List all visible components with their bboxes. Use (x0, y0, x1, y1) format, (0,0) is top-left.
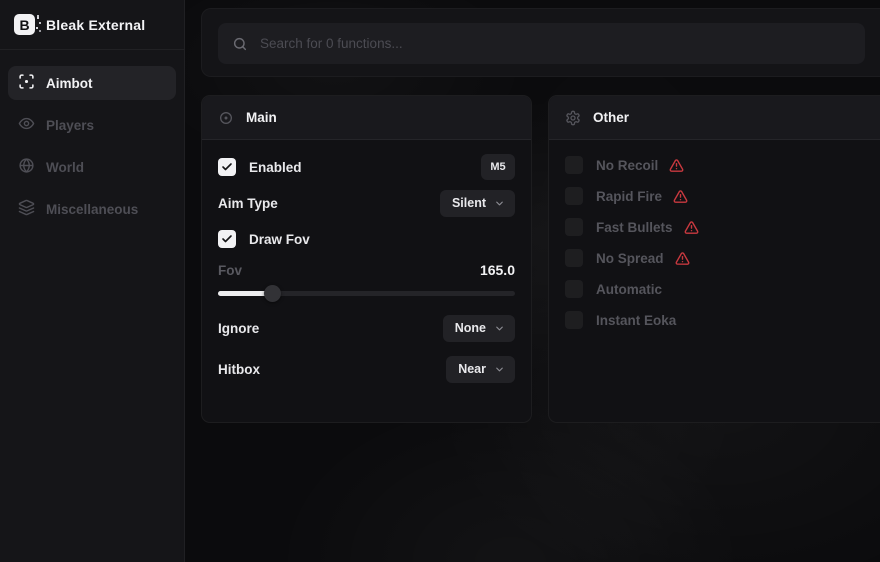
aim-type-row: Aim Type Silent (218, 190, 515, 216)
sidebar-item-label: Miscellaneous (46, 202, 138, 217)
layers-icon (18, 199, 35, 219)
disc-icon (218, 110, 234, 126)
eye-icon (18, 115, 35, 135)
rapid-fire-label: Rapid Fire (596, 189, 662, 204)
sidebar: B Bleak External Aimbot Players (0, 0, 185, 562)
aim-type-label: Aim Type (218, 196, 278, 211)
app-title: Bleak External (46, 17, 145, 33)
automatic-row: Automatic (565, 276, 880, 302)
main-panel: Main Enabled M5 Aim Type Silent (201, 95, 532, 423)
chevron-down-icon (494, 198, 505, 209)
fov-slider-thumb[interactable] (264, 285, 281, 302)
hitbox-value: Near (458, 362, 486, 376)
warning-icon (675, 251, 690, 266)
other-panel: Other No Recoil Rapid Fire Fast Bullets (548, 95, 880, 423)
sidebar-item-world[interactable]: World (8, 150, 176, 184)
sidebar-item-label: Aimbot (46, 76, 93, 91)
app-logo-icon: B (14, 14, 35, 35)
enabled-label: Enabled (249, 160, 302, 175)
no-spread-checkbox[interactable] (565, 249, 583, 267)
ignore-row: Ignore None (218, 315, 515, 341)
keybind-button[interactable]: M5 (481, 154, 515, 180)
ignore-label: Ignore (218, 321, 259, 336)
globe-icon (18, 157, 35, 177)
enabled-checkbox[interactable] (218, 158, 236, 176)
crosshair-scan-icon (18, 73, 35, 93)
chevron-down-icon (494, 323, 505, 334)
hitbox-select[interactable]: Near (446, 356, 515, 383)
automatic-checkbox[interactable] (565, 280, 583, 298)
hitbox-label: Hitbox (218, 362, 260, 377)
automatic-label: Automatic (596, 282, 662, 297)
aim-type-value: Silent (452, 196, 486, 210)
no-recoil-label: No Recoil (596, 158, 658, 173)
aim-type-select[interactable]: Silent (440, 190, 515, 217)
draw-fov-checkbox[interactable] (218, 230, 236, 248)
other-panel-title: Other (593, 110, 629, 125)
no-spread-row: No Spread (565, 245, 880, 271)
rapid-fire-checkbox[interactable] (565, 187, 583, 205)
ignore-value: None (455, 321, 486, 335)
instant-eoka-row: Instant Eoka (565, 307, 880, 333)
fov-row: Fov 165.0 (218, 259, 515, 281)
search-input[interactable] (260, 36, 851, 51)
fov-slider[interactable] (218, 285, 515, 301)
instant-eoka-checkbox[interactable] (565, 311, 583, 329)
fast-bullets-checkbox[interactable] (565, 218, 583, 236)
brand-header: B Bleak External (0, 0, 184, 50)
search-container (201, 8, 880, 77)
search-field[interactable] (218, 23, 865, 64)
rapid-fire-row: Rapid Fire (565, 183, 880, 209)
fov-slider-fill (218, 291, 268, 296)
main-panel-body: Enabled M5 Aim Type Silent Draw Fov F (202, 140, 531, 382)
sidebar-item-miscellaneous[interactable]: Miscellaneous (8, 192, 176, 226)
sidebar-item-aimbot[interactable]: Aimbot (8, 66, 176, 100)
sidebar-item-label: World (46, 160, 84, 175)
main-panel-header: Main (202, 96, 531, 140)
fast-bullets-row: Fast Bullets (565, 214, 880, 240)
fov-label: Fov (218, 263, 242, 278)
fast-bullets-label: Fast Bullets (596, 220, 673, 235)
warning-icon (684, 220, 699, 235)
main-panel-title: Main (246, 110, 277, 125)
sidebar-nav: Aimbot Players World (0, 50, 184, 242)
warning-icon (673, 189, 688, 204)
sidebar-item-players[interactable]: Players (8, 108, 176, 142)
no-spread-label: No Spread (596, 251, 664, 266)
no-recoil-checkbox[interactable] (565, 156, 583, 174)
logo-letter: B (19, 17, 29, 33)
logo-glitch-pixels (37, 17, 39, 19)
gear-icon (565, 110, 581, 126)
enabled-row: Enabled M5 (218, 154, 515, 180)
ignore-select[interactable]: None (443, 315, 515, 342)
chevron-down-icon (494, 364, 505, 375)
hitbox-row: Hitbox Near (218, 356, 515, 382)
fov-value: 165.0 (480, 262, 515, 278)
sidebar-item-label: Players (46, 118, 94, 133)
other-panel-header: Other (549, 96, 880, 140)
search-icon (232, 36, 248, 52)
other-panel-body: No Recoil Rapid Fire Fast Bullets (549, 140, 880, 333)
content-area: Main Enabled M5 Aim Type Silent (186, 0, 880, 562)
draw-fov-row: Draw Fov (218, 226, 515, 252)
instant-eoka-label: Instant Eoka (596, 313, 676, 328)
warning-icon (669, 158, 684, 173)
no-recoil-row: No Recoil (565, 152, 880, 178)
draw-fov-label: Draw Fov (249, 232, 310, 247)
